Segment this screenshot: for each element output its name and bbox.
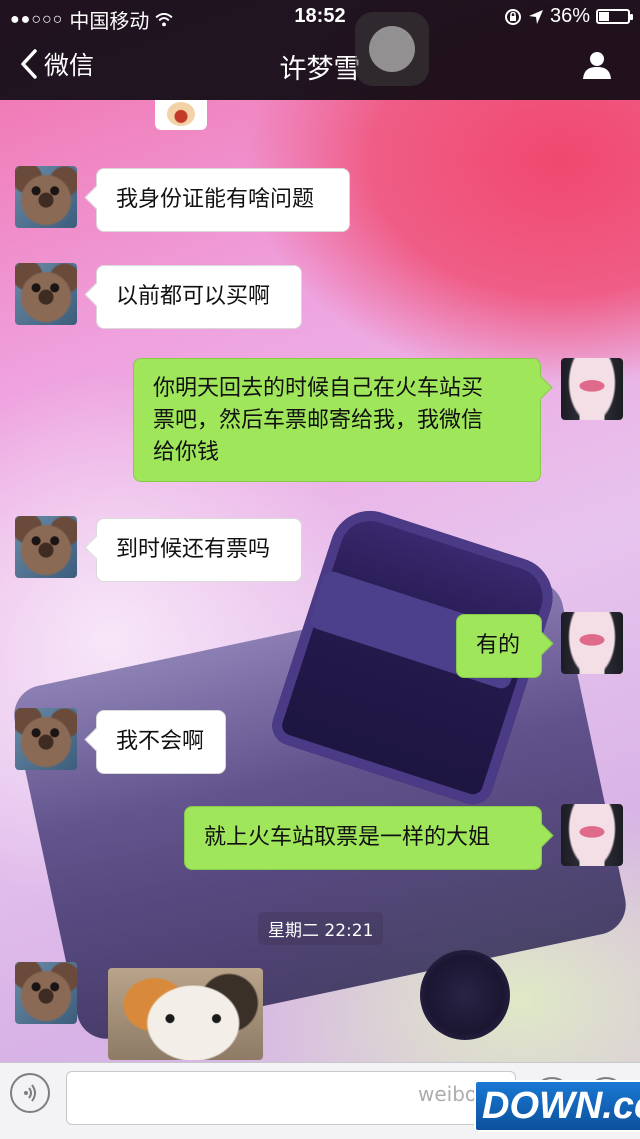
message-text: 以前都可以买啊 bbox=[116, 284, 271, 309]
message-text-line: 票吧，然后车票邮寄给我，我微信 bbox=[153, 408, 484, 433]
battery-icon bbox=[596, 9, 633, 24]
message-bubble-incoming[interactable]: 我不会啊 bbox=[96, 710, 226, 774]
message-text: 我身份证能有啥问题 bbox=[116, 187, 315, 212]
contact-avatar[interactable] bbox=[15, 962, 77, 1024]
voice-input-button[interactable] bbox=[10, 1073, 50, 1113]
down-cc-watermark: DOWN.cc bbox=[474, 1080, 640, 1132]
sticker-partial[interactable] bbox=[155, 100, 207, 130]
my-avatar[interactable] bbox=[561, 358, 623, 420]
rotation-lock-icon bbox=[504, 8, 521, 25]
message-bubble-outgoing[interactable]: 有的 bbox=[456, 614, 542, 678]
message-bubble-incoming[interactable]: 我身份证能有啥问题 bbox=[96, 168, 350, 232]
message-text: 就上火车站取票是一样的大姐 bbox=[204, 825, 491, 850]
message-bubble-incoming[interactable]: 到时候还有票吗 bbox=[96, 518, 302, 582]
message-bubble-outgoing[interactable]: 你明天回去的时候自己在火车站买 票吧，然后车票邮寄给我，我微信 给你钱 bbox=[133, 358, 541, 482]
message-text-line: 你明天回去的时候自己在火车站买 bbox=[153, 376, 484, 401]
chat-timestamp: 星期二 22:21 bbox=[258, 912, 384, 945]
chat-title: 许梦雪 bbox=[279, 54, 361, 85]
status-bar: ●●○○○ 中国移动 18:52 36% bbox=[0, 0, 640, 34]
contact-avatar[interactable] bbox=[15, 263, 77, 325]
message-text: 我不会啊 bbox=[116, 729, 205, 754]
message-text: 有的 bbox=[476, 633, 521, 658]
battery-percent: 36% bbox=[549, 5, 590, 27]
wallpaper-camera-dial bbox=[420, 950, 510, 1040]
contact-avatar[interactable] bbox=[15, 708, 77, 770]
user-profile-button[interactable] bbox=[582, 50, 612, 84]
user-icon bbox=[583, 52, 611, 79]
message-bubble-outgoing[interactable]: 就上火车站取票是一样的大姐 bbox=[184, 806, 542, 870]
message-bubble-incoming[interactable]: 以前都可以买啊 bbox=[96, 265, 302, 329]
battery-fill bbox=[599, 12, 609, 21]
message-text-line: 给你钱 bbox=[153, 440, 220, 465]
my-avatar[interactable] bbox=[561, 804, 623, 866]
contact-avatar[interactable] bbox=[15, 516, 77, 578]
location-arrow-icon bbox=[528, 9, 543, 24]
message-text: 到时候还有票吗 bbox=[116, 537, 271, 562]
my-avatar[interactable] bbox=[561, 612, 623, 674]
contact-avatar[interactable] bbox=[15, 166, 77, 228]
voice-icon bbox=[24, 1084, 36, 1102]
sticker-cat-image[interactable] bbox=[108, 968, 263, 1060]
